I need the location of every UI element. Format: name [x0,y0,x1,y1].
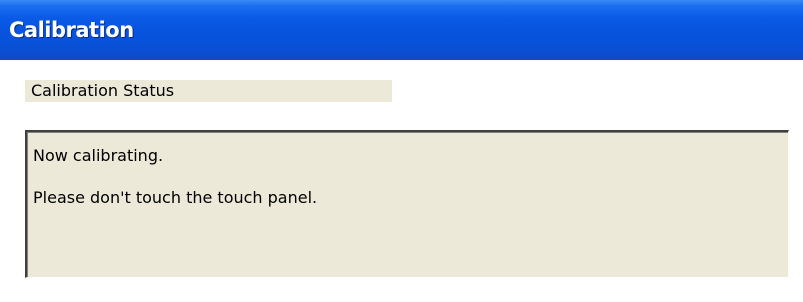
message-line-warning: Please don't touch the touch panel. [33,188,318,207]
calibration-status-label: Calibration Status [25,80,392,102]
status-message-box: Now calibrating. Please don't touch the … [25,130,789,278]
title-bar[interactable]: Calibration [0,0,803,60]
calibration-window: Calibration Calibration Status Now calib… [0,0,803,302]
message-line-calibrating: Now calibrating. [33,146,164,165]
window-title: Calibration [9,18,134,42]
